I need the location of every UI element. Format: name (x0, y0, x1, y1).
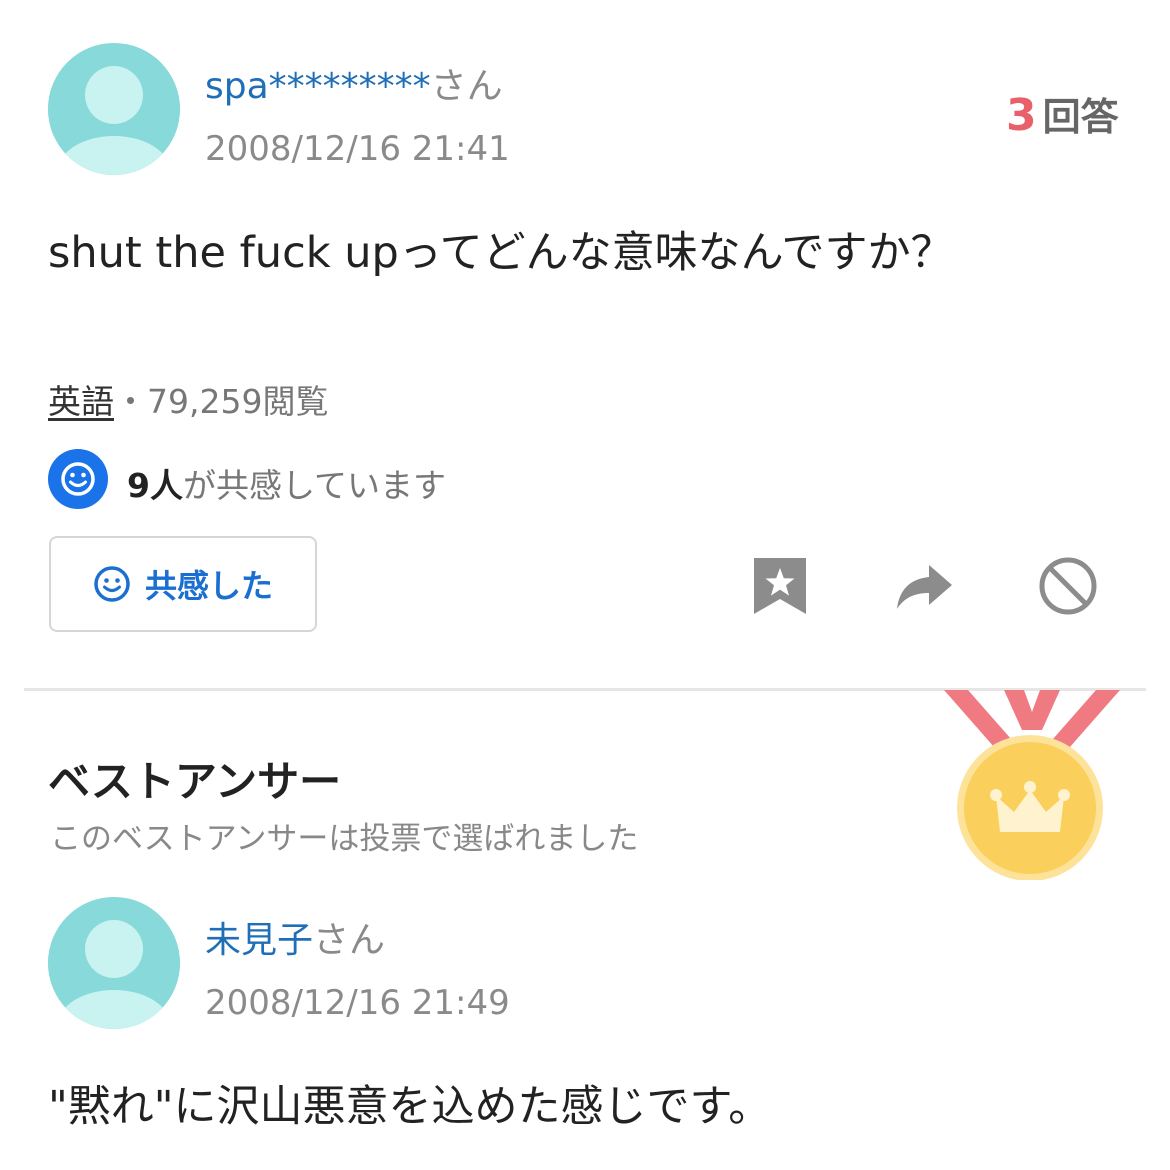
smiley-outline-icon (94, 566, 130, 602)
answer-count-label: 回答 (1042, 95, 1119, 139)
question-user-name[interactable]: spa*********さん (205, 57, 503, 109)
empathy-count-number: 9人 (127, 466, 183, 505)
best-answer-subtitle: このベストアンサーは投票で選ばれました (50, 821, 639, 857)
empathy-button[interactable]: 共感した (49, 536, 317, 632)
block-icon[interactable] (1038, 556, 1098, 616)
answer-user-avatar[interactable] (48, 897, 180, 1029)
answer-count-number: 3 (1006, 90, 1037, 141)
answer-user-suffix: さん (313, 920, 386, 961)
answer-date: 2008/12/16 21:49 (205, 983, 510, 1023)
answer-user-name-text[interactable]: 未見子 (205, 920, 313, 961)
view-count: ・79,259閲覧 (114, 382, 329, 421)
question-text: shut the fuck upってどんな意味なんですか？ (48, 228, 954, 278)
empathy-button-label: 共感した (144, 567, 273, 605)
question-user-name-text[interactable]: spa********* (205, 66, 431, 107)
empathy-count-suffix: が共感しています (182, 466, 446, 505)
best-answer-title: ベストアンサー (48, 757, 342, 806)
answer-text: "黙れ"に沢山悪意を込めた感じです。 (48, 1082, 772, 1132)
category-link[interactable]: 英語 (48, 382, 114, 421)
best-answer-medal-icon (944, 690, 1120, 881)
user-avatar-icon (48, 897, 180, 1029)
question-meta: 英語・79,259閲覧 (48, 375, 328, 423)
user-avatar-icon (48, 43, 180, 175)
share-arrow-icon[interactable] (894, 563, 954, 611)
question-date: 2008/12/16 21:41 (205, 129, 510, 169)
answer-user-name[interactable]: 未見子さん (205, 911, 385, 963)
smiley-icon (48, 449, 108, 509)
empathy-count: 9人が共感しています (127, 459, 446, 507)
question-user-avatar[interactable] (48, 43, 180, 175)
question-user-suffix: さん (430, 66, 503, 107)
answer-count[interactable]: 3 回答 (1006, 86, 1119, 141)
bookmark-star-icon[interactable] (752, 556, 808, 616)
